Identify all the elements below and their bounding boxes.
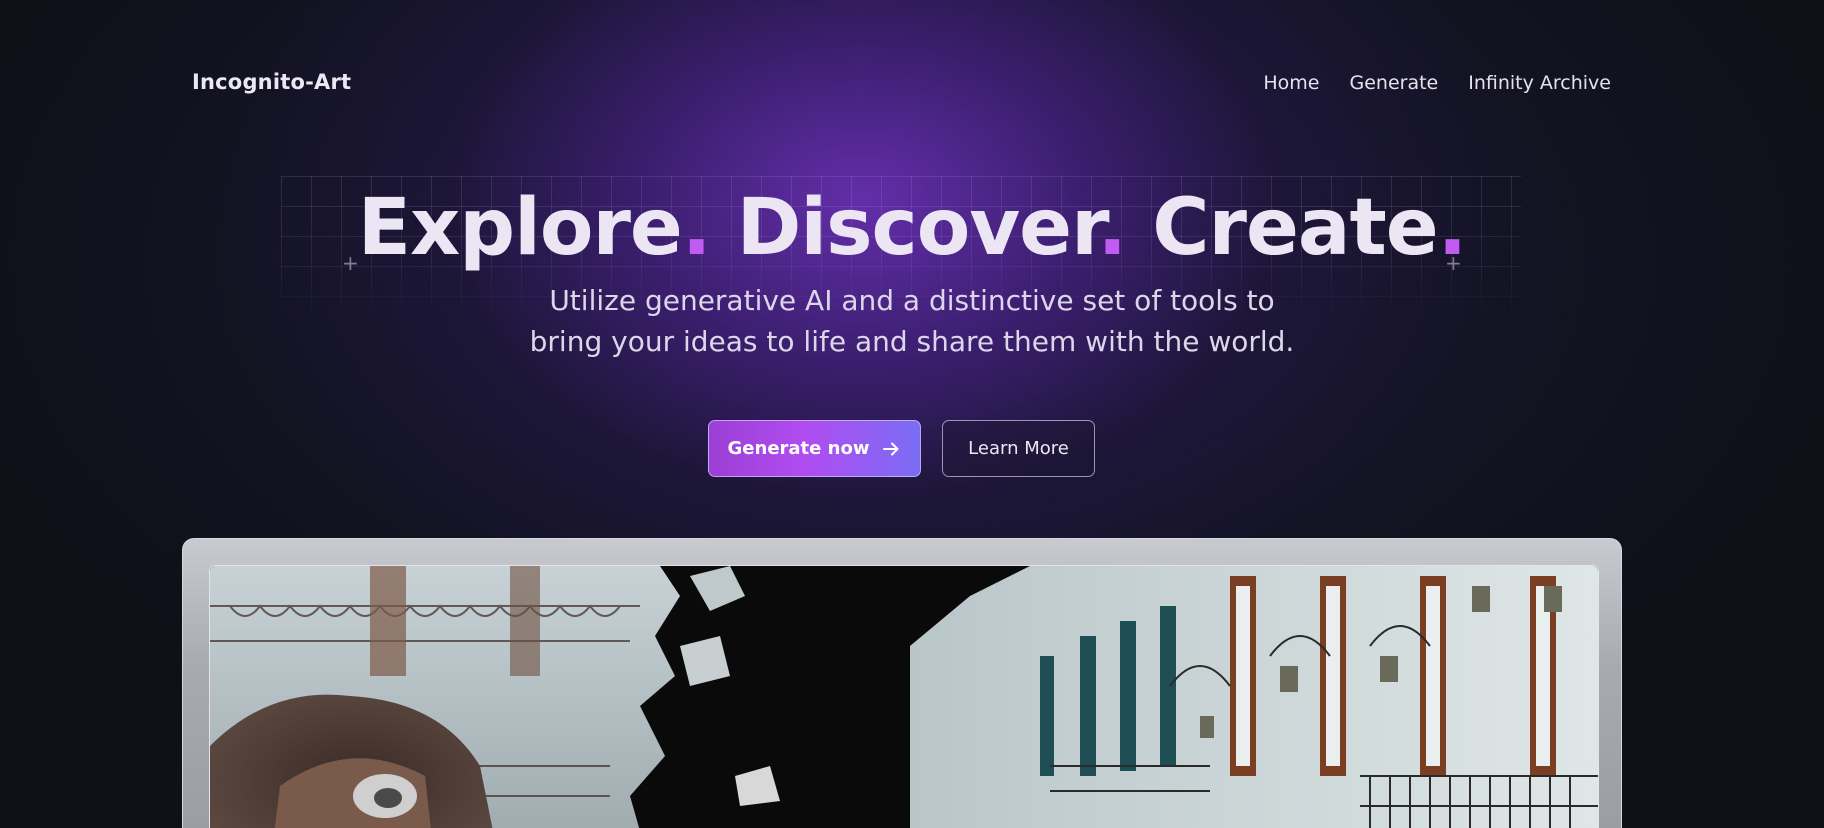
nav-home-link[interactable]: Home <box>1263 72 1319 94</box>
headline-word-discover: Discover <box>736 183 1099 273</box>
subtitle-line: bring your ideas to life and share them … <box>529 325 1295 358</box>
arrow-right-icon <box>881 439 901 459</box>
headline-dot: . <box>1097 183 1127 273</box>
headline-word-create: Create <box>1152 183 1438 273</box>
generate-now-label: Generate now <box>727 438 870 459</box>
headline-dot: . <box>1437 183 1468 273</box>
generate-now-button[interactable]: Generate now <box>708 420 921 477</box>
headline-dot: . <box>681 183 712 273</box>
site-logo[interactable]: Incognito-Art <box>192 70 351 94</box>
hero-headline: Explore. Discover. Create. <box>0 178 1824 278</box>
nav-generate-link[interactable]: Generate <box>1349 72 1438 94</box>
nav-infinity-archive-link[interactable]: Infinity Archive <box>1468 72 1611 94</box>
subtitle-line: Utilize generative AI and a distinctive … <box>549 284 1275 317</box>
hero-subtitle: Utilize generative AI and a distinctive … <box>0 280 1824 362</box>
learn-more-button[interactable]: Learn More <box>942 420 1095 477</box>
main-nav: Home Generate Infinity Archive <box>1263 72 1611 94</box>
headline-word-explore: Explore <box>357 183 683 273</box>
showcase-artwork-image <box>209 565 1599 828</box>
showcase-frame <box>182 538 1622 828</box>
